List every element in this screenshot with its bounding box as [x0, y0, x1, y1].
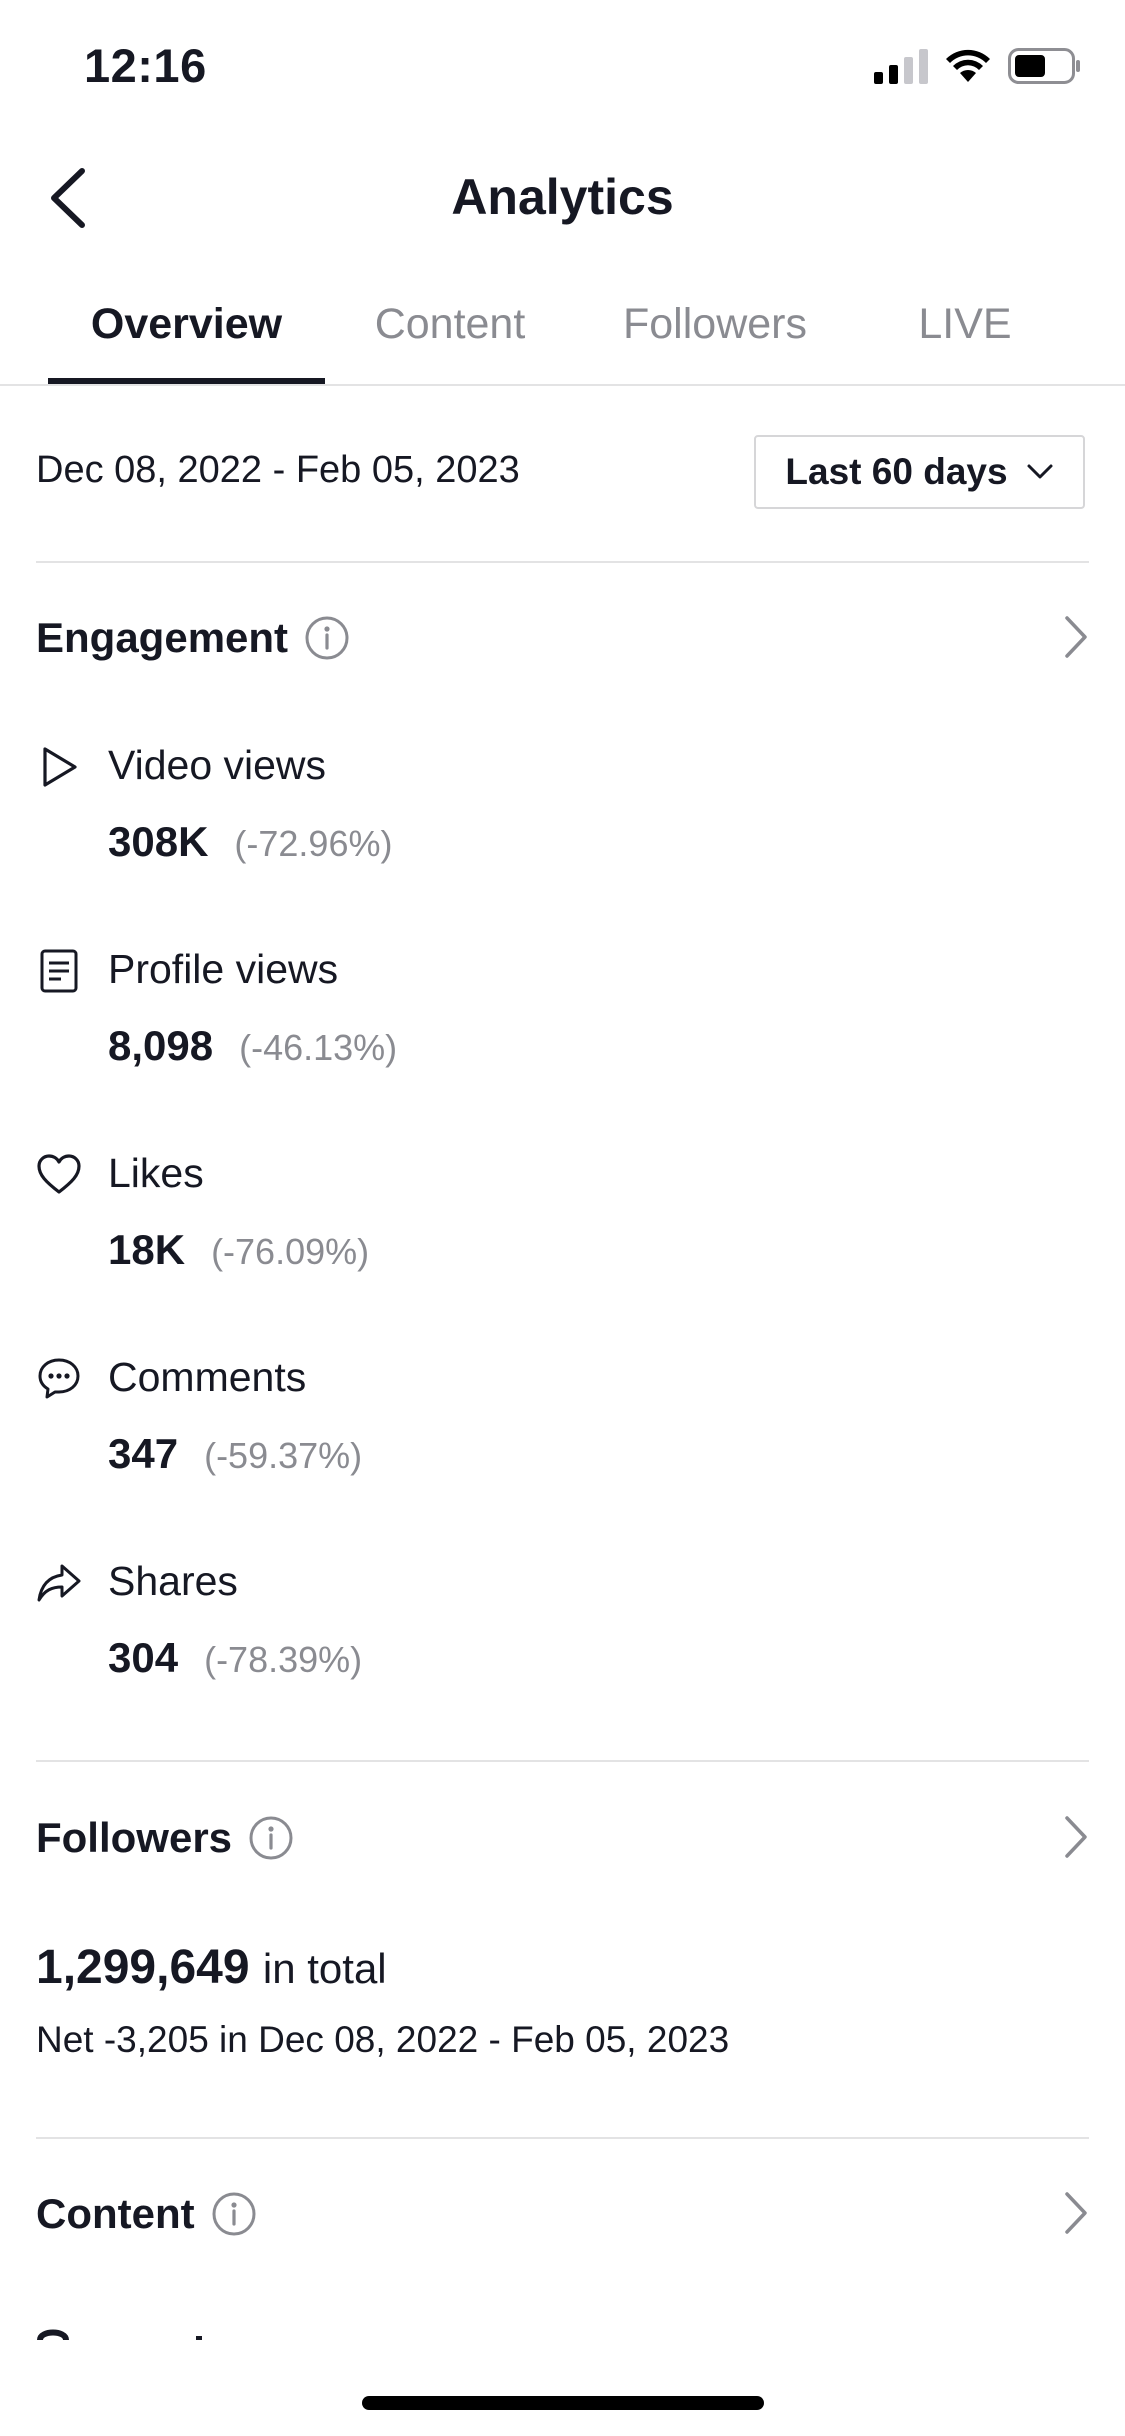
tab-live[interactable]: LIVE [880, 300, 1050, 349]
profile-doc-icon [40, 949, 78, 993]
info-icon[interactable] [211, 2191, 257, 2237]
metric-value-likes: 18K (-76.09%) [108, 1226, 369, 1274]
followers-header[interactable]: Followers [36, 1814, 294, 1862]
content-chevron-right-icon[interactable] [1061, 2190, 1091, 2236]
metric-number: 8,098 [108, 1022, 214, 1069]
tab-overview[interactable]: Overview [48, 300, 325, 349]
range-selector-label: Last 60 days [785, 451, 1008, 492]
metric-number: 308K [108, 818, 209, 865]
metric-change: (-72.96%) [234, 823, 393, 864]
followers-title: Followers [36, 1814, 233, 1861]
content-header[interactable]: Content [36, 2190, 257, 2238]
tab-followers[interactable]: Followers [600, 300, 830, 349]
cellular-signal-icon [874, 48, 928, 84]
status-time: 12:16 [84, 39, 207, 92]
page-title: Analytics [451, 169, 674, 225]
content-title: Content [36, 2190, 195, 2237]
metric-change: (-59.37%) [204, 1435, 363, 1476]
followers-total: 1,299,649 in total [36, 1940, 387, 1995]
divider [36, 1760, 1089, 1762]
tab-content[interactable]: Content [350, 300, 550, 349]
divider [36, 2137, 1089, 2139]
metric-change: (-76.09%) [211, 1231, 370, 1272]
metric-label-video-views: Video views [108, 742, 327, 788]
chevron-down-icon [1027, 464, 1053, 479]
cutoff-content-row [36, 2320, 336, 2340]
tab-bar: Overview Content Followers LIVE [0, 280, 1125, 386]
metric-label-shares: Shares [108, 1558, 238, 1604]
divider [36, 561, 1089, 563]
play-icon [43, 747, 77, 787]
metric-label-profile-views: Profile views [108, 946, 339, 992]
metric-change: (-78.39%) [204, 1639, 363, 1680]
info-icon[interactable] [248, 1815, 294, 1861]
metric-label-comments: Comments [108, 1354, 307, 1400]
metric-number: 18K [108, 1226, 186, 1273]
followers-chevron-right-icon[interactable] [1061, 1814, 1091, 1860]
active-tab-indicator [48, 378, 325, 384]
info-icon[interactable] [304, 615, 350, 661]
comment-icon [38, 1358, 80, 1399]
home-indicator [362, 2396, 764, 2410]
heart-icon [37, 1154, 81, 1194]
followers-total-suffix: in total [262, 1945, 387, 1992]
status-icons [874, 48, 1082, 84]
engagement-header[interactable]: Engagement [36, 614, 350, 662]
metric-value-profile-views: 8,098 (-46.13%) [108, 1022, 397, 1070]
metric-label-likes: Likes [108, 1150, 204, 1196]
date-range-text: Dec 08, 2022 - Feb 05, 2023 [36, 449, 520, 491]
range-selector-button[interactable]: Last 60 days [754, 435, 1085, 509]
metric-value-comments: 347 (-59.37%) [108, 1430, 362, 1478]
followers-net-change: Net -3,205 in Dec 08, 2022 - Feb 05, 202… [36, 2019, 730, 2060]
metric-change: (-46.13%) [239, 1027, 398, 1068]
metric-value-video-views: 308K (-72.96%) [108, 818, 392, 866]
engagement-chevron-right-icon[interactable] [1061, 614, 1091, 660]
wifi-icon [946, 49, 990, 82]
metric-value-shares: 304 (-78.39%) [108, 1634, 362, 1682]
share-icon [37, 1564, 81, 1602]
followers-total-number: 1,299,649 [36, 1941, 250, 1994]
engagement-title: Engagement [36, 614, 289, 661]
battery-icon [1008, 48, 1080, 84]
metric-number: 347 [108, 1430, 179, 1477]
metric-number: 304 [108, 1634, 179, 1681]
